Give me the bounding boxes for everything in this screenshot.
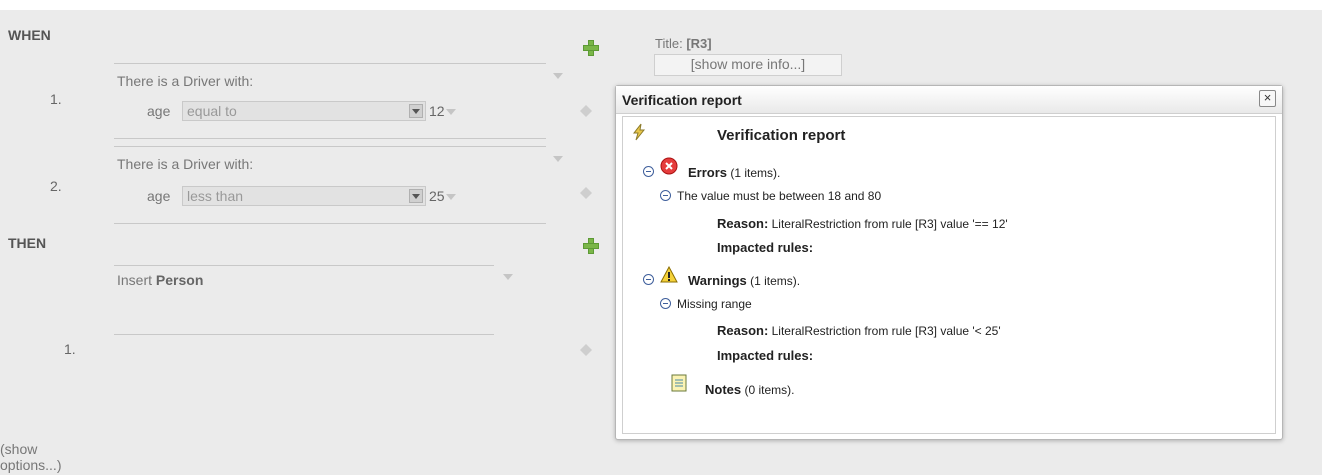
show-options-link[interactable]: (show options...) [0, 441, 61, 473]
warnings-label: Warnings [688, 273, 747, 288]
reason-text: LiteralRestriction from rule [R3] value … [768, 324, 1001, 338]
collapse-errors-icon[interactable] [643, 166, 654, 177]
chevron-down-icon[interactable] [446, 194, 456, 200]
error-icon [660, 157, 678, 180]
add-icon[interactable] [583, 238, 599, 254]
condition-pattern[interactable]: There is a Driver with: [117, 156, 253, 172]
chevron-down-icon[interactable] [446, 109, 456, 115]
collapse-error-item-icon[interactable] [660, 190, 671, 201]
reason-text: LiteralRestriction from rule [R3] value … [768, 217, 1008, 231]
move-icon[interactable] [579, 104, 593, 118]
field-name: age [147, 103, 171, 119]
operator-value: equal to [187, 103, 237, 119]
value-text[interactable]: 25 [429, 188, 445, 204]
condition-index: 1. [50, 91, 62, 107]
show-more-info-button[interactable]: [show more info...] [654, 54, 842, 76]
add-icon[interactable] [583, 40, 599, 56]
operator-select[interactable]: equal to [182, 101, 426, 121]
warning-reason: Reason: LiteralRestriction from rule [R3… [717, 323, 1001, 338]
rule-title: Title: [R3] [655, 36, 712, 51]
warning-message: Missing range [677, 297, 752, 311]
notes-count: (0 items). [744, 383, 795, 397]
action-prefix: Insert [117, 272, 156, 288]
notes-header: Notes (0 items). [705, 382, 794, 397]
condition-pattern[interactable]: There is a Driver with: [117, 73, 253, 89]
report-heading: Verification report [717, 127, 846, 144]
dropdown-arrow-icon[interactable] [409, 104, 423, 118]
errors-count: (1 items). [730, 166, 781, 180]
impacted-rules-label: Impacted rules: [717, 240, 814, 255]
report-body: Verification report Errors (1 items). Th… [622, 116, 1276, 434]
move-icon[interactable] [579, 343, 593, 357]
value-text[interactable]: 12 [429, 103, 445, 119]
warnings-header: Warnings (1 items). [688, 273, 800, 288]
close-button[interactable]: × [1259, 90, 1276, 107]
field-name: age [147, 188, 171, 204]
error-message: The value must be between 18 and 80 [677, 189, 882, 203]
dialog-title: Verification report [622, 92, 742, 108]
action-insert[interactable]: Insert Person [117, 272, 203, 288]
impacted-rules-label: Impacted rules: [717, 348, 814, 363]
collapse-warnings-icon[interactable] [643, 274, 654, 285]
verification-report-dialog: Verification report × Verification repor… [615, 85, 1283, 440]
dropdown-arrow-icon[interactable] [409, 189, 423, 203]
chevron-down-icon[interactable] [553, 73, 563, 79]
chevron-down-icon[interactable] [553, 156, 563, 162]
dialog-title-bar[interactable]: Verification report [616, 86, 1282, 114]
collapse-warning-item-icon[interactable] [660, 298, 671, 309]
then-label: THEN [8, 235, 47, 251]
warning-icon [660, 265, 678, 289]
chevron-down-icon[interactable] [503, 274, 513, 280]
notes-icon [671, 374, 687, 397]
reason-label: Reason: [717, 216, 769, 231]
operator-select[interactable]: less than [182, 186, 426, 206]
title-value: [R3] [686, 36, 712, 51]
show-options-line1: (show [0, 441, 38, 457]
warnings-count: (1 items). [750, 274, 801, 288]
operator-value: less than [187, 188, 244, 204]
move-icon[interactable] [579, 186, 593, 200]
show-options-line2: options...) [0, 457, 62, 473]
action-fact: Person [155, 272, 204, 288]
condition-index: 2. [50, 178, 62, 194]
action-index: 1. [64, 341, 76, 357]
notes-label: Notes [705, 382, 742, 397]
error-reason: Reason: LiteralRestriction from rule [R3… [717, 216, 1008, 231]
report-icon [630, 123, 648, 146]
reason-label: Reason: [717, 323, 769, 338]
when-label: WHEN [8, 27, 51, 43]
title-prefix: Title: [655, 36, 687, 51]
errors-label: Errors [688, 165, 728, 180]
errors-header: Errors (1 items). [688, 165, 780, 180]
